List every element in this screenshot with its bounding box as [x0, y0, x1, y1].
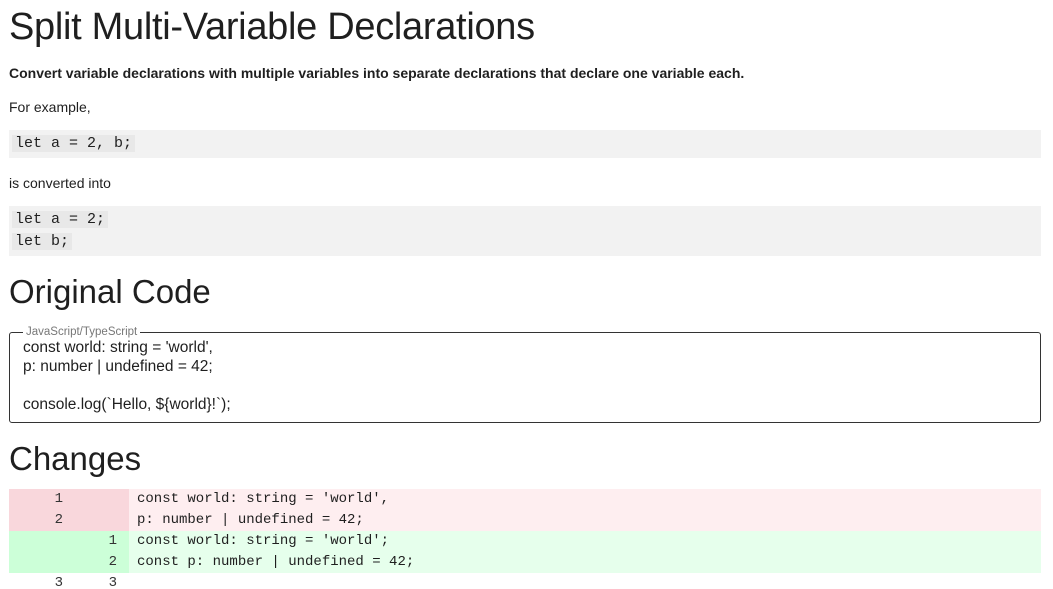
diff-old-line-number: [9, 531, 69, 552]
diff-row-removed: 2 p: number | undefined = 42;: [9, 510, 1041, 531]
diff-old-line-number: 1: [9, 489, 69, 510]
editor-line[interactable]: console.log(`Hello, ${world}!`);: [23, 395, 1027, 414]
code-line: let a = 2;: [12, 211, 109, 228]
diff-new-line-number: [69, 489, 129, 510]
diff-code: const p: number | undefined = 42;: [129, 552, 1041, 573]
diff-new-line-number: 1: [69, 531, 129, 552]
diff-view: 1 const world: string = 'world', 2 p: numbe…: [9, 489, 1041, 589]
diff-new-line-number: 2: [69, 552, 129, 573]
editor-line[interactable]: const world: string = 'world',: [23, 338, 1027, 357]
editor-language-label: JavaScript/TypeScript: [26, 326, 138, 338]
changes-heading: Changes: [9, 440, 142, 477]
diff-code: p: number | undefined = 42;: [129, 510, 1041, 531]
page: Split Multi-Variable Declarations Conver…: [0, 0, 1053, 589]
converted-text: is converted into: [9, 175, 111, 191]
code-line: let b;: [12, 233, 73, 250]
editor-line[interactable]: [23, 376, 1027, 395]
page-subtitle: Convert variable declarations with multi…: [9, 65, 745, 81]
diff-old-line-number: 3: [54, 575, 63, 589]
example-after-code: let a = 2; let b;: [9, 206, 1041, 256]
diff-row-added: 2 const p: number | undefined = 42;: [9, 552, 1041, 573]
example-intro: For example,: [9, 99, 91, 115]
editor-line[interactable]: p: number | undefined = 42;: [23, 357, 1027, 376]
code-line: let a = 2, b;: [12, 135, 136, 152]
diff-old-line-number: 2: [9, 510, 69, 531]
diff-row-added: 1 const world: string = 'world';: [9, 531, 1041, 552]
original-code-heading: Original Code: [9, 273, 211, 310]
diff-code: [129, 573, 1041, 589]
diff-new-line-number: 3: [108, 575, 117, 589]
example-before-code: let a = 2, b;: [9, 130, 1041, 158]
diff-code: const world: string = 'world';: [129, 531, 1041, 552]
code-editor[interactable]: JavaScript/TypeScript const world: strin…: [9, 326, 1041, 423]
diff-row-plain: 33: [9, 573, 1041, 589]
diff-new-line-number: [69, 510, 129, 531]
page-title: Split Multi-Variable Declarations: [9, 6, 535, 48]
diff-code: const world: string = 'world',: [129, 489, 1041, 510]
diff-row-removed: 1 const world: string = 'world',: [9, 489, 1041, 510]
diff-old-line-number: [9, 552, 69, 573]
